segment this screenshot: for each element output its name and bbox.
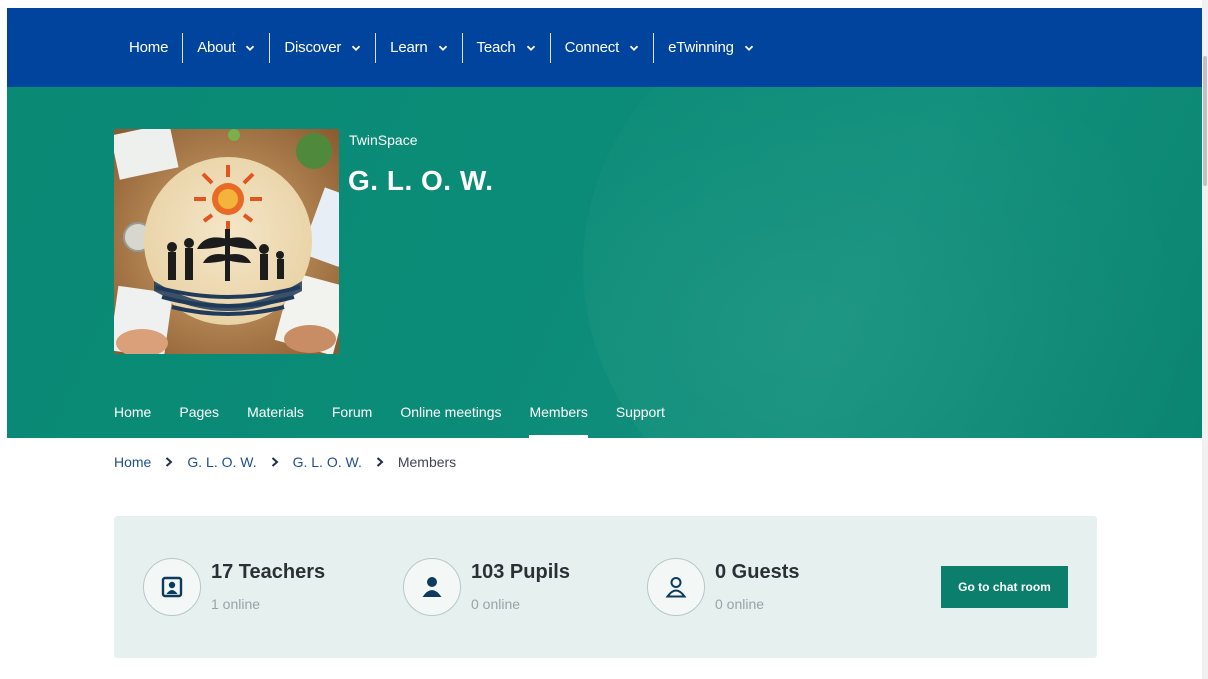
pupil-icon <box>403 558 461 616</box>
teachers-online: 1 online <box>211 596 261 612</box>
nav-teach-label: Teach <box>476 39 516 56</box>
breadcrumb-twinspace[interactable]: G. L. O. W. <box>293 454 362 470</box>
tab-support[interactable]: Support <box>616 404 693 438</box>
scrollbar-thumb[interactable] <box>1203 56 1207 186</box>
chevron-down-icon <box>438 43 448 53</box>
tab-forum[interactable]: Forum <box>332 404 400 438</box>
nav-etwinning-label: eTwinning <box>668 39 734 56</box>
stat-teachers: 17 Teachers 1 online <box>143 558 325 616</box>
pupils-online: 0 online <box>471 596 521 612</box>
chevron-down-icon <box>351 43 361 53</box>
tab-pages[interactable]: Pages <box>179 404 247 438</box>
teacher-icon <box>143 558 201 616</box>
project-image <box>114 129 339 354</box>
stat-pupils: 103 Pupils 0 online <box>403 558 570 616</box>
guests-count: 0 Guests <box>715 561 800 583</box>
guests-online: 0 online <box>715 596 765 612</box>
nav-teach[interactable]: Teach <box>461 32 550 63</box>
pupils-count: 103 Pupils <box>471 561 570 583</box>
chevron-down-icon <box>245 43 255 53</box>
nav-learn-label: Learn <box>390 39 428 56</box>
nav-home[interactable]: Home <box>121 33 182 63</box>
breadcrumb-home[interactable]: Home <box>114 454 151 470</box>
hero-kicker: TwinSpace <box>349 132 418 148</box>
tab-home[interactable]: Home <box>114 404 179 438</box>
chevron-down-icon <box>629 43 639 53</box>
tab-online-meetings[interactable]: Online meetings <box>400 404 529 438</box>
chevron-right-icon <box>376 454 384 470</box>
nav-etwinning[interactable]: eTwinning <box>653 32 768 63</box>
nav-about[interactable]: About <box>182 32 269 63</box>
project-hero: TwinSpace G. L. O. W. Home Pages Materia… <box>7 87 1203 438</box>
stat-guests: 0 Guests 0 online <box>647 558 799 616</box>
members-stats-panel: 17 Teachers 1 online 103 Pupils 0 online <box>114 516 1097 658</box>
go-to-chat-room-button[interactable]: Go to chat room <box>941 566 1068 608</box>
tab-materials[interactable]: Materials <box>247 404 332 438</box>
nav-about-label: About <box>197 39 236 56</box>
top-navigation: Home About Discover Learn Teach Connect … <box>7 8 1203 87</box>
page: Home About Discover Learn Teach Connect … <box>0 0 1208 679</box>
chevron-down-icon <box>744 43 754 53</box>
breadcrumb-project[interactable]: G. L. O. W. <box>187 454 256 470</box>
breadcrumb: Home G. L. O. W. G. L. O. W. Members <box>114 454 470 470</box>
guest-icon <box>647 558 705 616</box>
nav-connect-label: Connect <box>564 39 620 56</box>
chevron-right-icon <box>165 454 173 470</box>
page-scrollbar[interactable] <box>1202 0 1208 679</box>
hero-background-shape <box>583 87 1203 438</box>
chevron-down-icon <box>526 43 536 53</box>
nav-discover[interactable]: Discover <box>269 32 375 63</box>
nav-discover-label: Discover <box>284 39 342 56</box>
nav-learn[interactable]: Learn <box>375 32 461 63</box>
breadcrumb-current: Members <box>397 454 457 470</box>
nav-home-label: Home <box>129 39 169 56</box>
chevron-right-icon <box>271 454 279 470</box>
nav-connect[interactable]: Connect <box>549 32 653 63</box>
teachers-count: 17 Teachers <box>211 561 326 583</box>
tab-members[interactable]: Members <box>529 404 615 438</box>
twinspace-subnav: Home Pages Materials Forum Online meetin… <box>114 404 693 438</box>
page-title: G. L. O. W. <box>348 165 494 196</box>
